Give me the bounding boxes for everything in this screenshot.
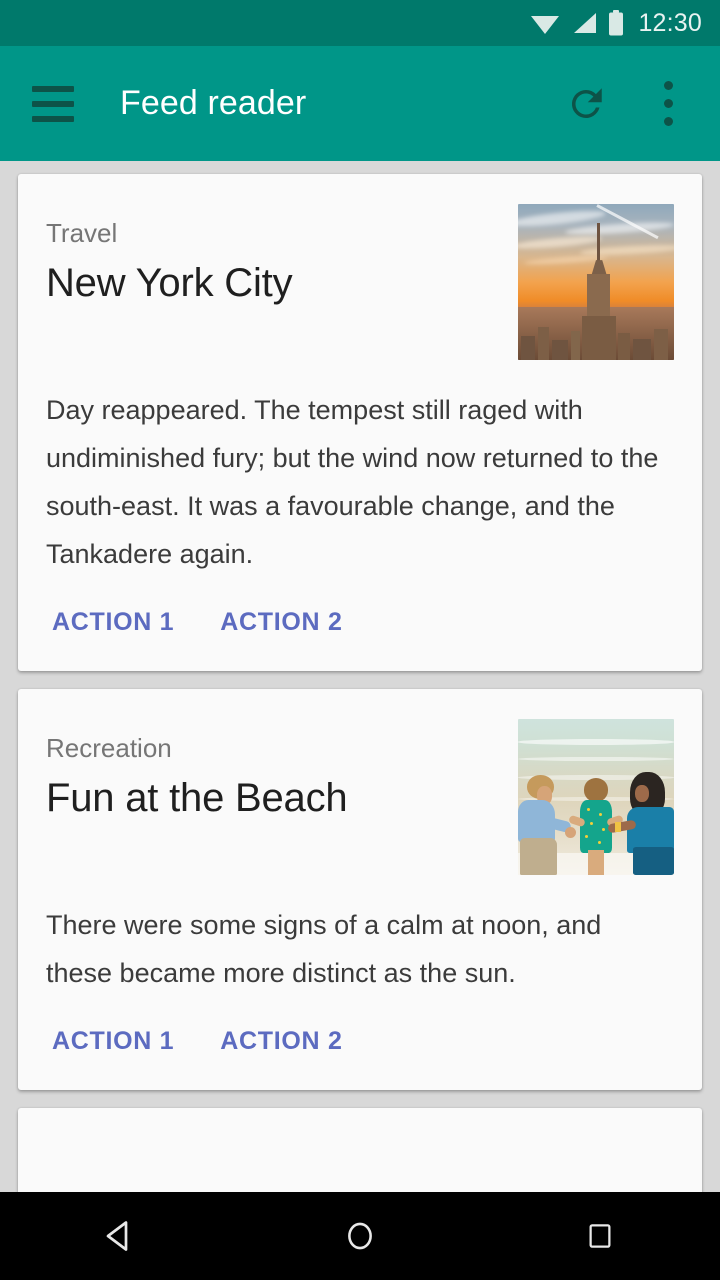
status-bar-clock: 12:30	[638, 11, 702, 36]
system-navigation-bar	[0, 1192, 720, 1280]
refresh-icon[interactable]	[558, 76, 614, 132]
card-subtitle: Recreation	[46, 733, 500, 764]
feed-card[interactable]: Travel New York City Day reappeared. The…	[18, 174, 702, 671]
feed-list[interactable]: Travel New York City Day reappeared. The…	[0, 161, 720, 1192]
card-body-text: Day reappeared. The tempest still raged …	[46, 386, 674, 578]
card-header: Travel New York City	[46, 204, 674, 360]
card-title: Fun at the Beach	[46, 774, 500, 824]
new-york-city-skyline-sunset-thumbnail	[518, 204, 674, 360]
app-bar-actions	[558, 76, 720, 132]
card-actions: ACTION 1 ACTION 2	[40, 997, 674, 1090]
status-bar: 12:30	[0, 0, 720, 46]
action-2-button[interactable]: ACTION 2	[208, 600, 354, 645]
card-header-text: Travel New York City	[46, 204, 500, 309]
page-title: Feed reader	[120, 84, 306, 123]
card-title: New York City	[46, 259, 500, 309]
card-actions: ACTION 1 ACTION 2	[40, 578, 674, 671]
card-body-text: There were some signs of a calm at noon,…	[46, 901, 674, 997]
family-at-the-beach-thumbnail	[518, 719, 674, 875]
card-subtitle: Travel	[46, 218, 500, 249]
action-1-button[interactable]: ACTION 1	[40, 600, 186, 645]
action-1-button[interactable]: ACTION 1	[40, 1019, 186, 1064]
back-button[interactable]	[72, 1192, 168, 1280]
wifi-icon	[530, 11, 560, 35]
feed-card-partial[interactable]	[18, 1108, 702, 1192]
battery-icon	[608, 10, 624, 36]
card-header: Recreation Fun at the Beach	[46, 719, 674, 875]
hamburger-menu-icon[interactable]	[32, 76, 88, 132]
action-2-button[interactable]: ACTION 2	[208, 1019, 354, 1064]
recents-button[interactable]	[552, 1192, 648, 1280]
cellular-signal-icon	[571, 11, 597, 35]
home-button[interactable]	[312, 1192, 408, 1280]
app-bar: Feed reader	[0, 46, 720, 161]
overflow-menu-icon[interactable]	[640, 76, 696, 132]
feed-card[interactable]: Recreation Fun at the Beach	[18, 689, 702, 1090]
card-header-text: Recreation Fun at the Beach	[46, 719, 500, 824]
